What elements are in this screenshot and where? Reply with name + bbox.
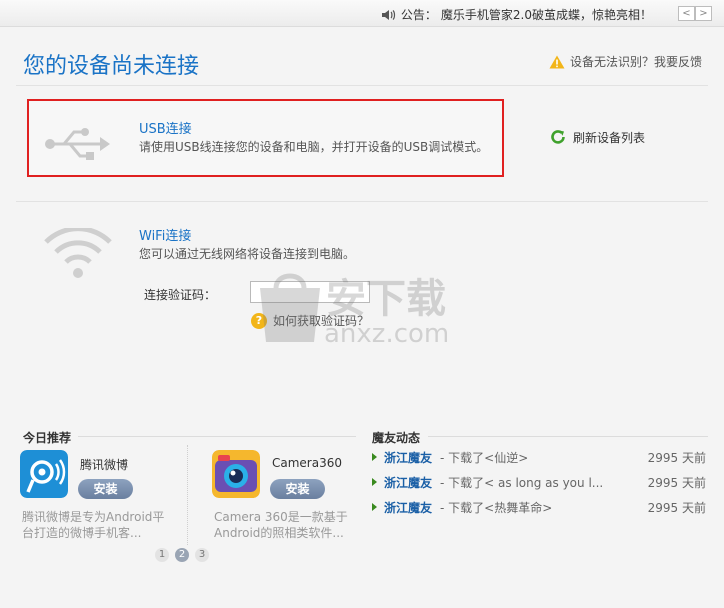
warning-icon: [549, 55, 565, 68]
feedback-link[interactable]: 设备无法识别？我要反馈: [549, 53, 702, 70]
refresh-icon: [551, 130, 565, 144]
divider: [16, 201, 708, 202]
feedback-label[interactable]: 设备无法识别？我要反馈: [570, 53, 702, 70]
activity-time: 2995 天前: [647, 475, 706, 490]
announcement-prefix: 公告：: [400, 8, 437, 22]
announcement[interactable]: 公告： 魔乐手机管家2.0破茧成蝶，惊艳亮相！: [381, 6, 652, 23]
app-name[interactable]: 腾讯微博: [80, 456, 128, 473]
divider: [428, 436, 708, 437]
app-description: Camera 360是一款基于Android的照相类软件...: [214, 510, 348, 540]
tencent-weibo-icon[interactable]: [20, 450, 68, 498]
divider: [16, 85, 708, 86]
wifi-icon: [44, 228, 112, 278]
pagination: 1 2 3: [155, 548, 209, 562]
prev-announcement-button[interactable]: <: [678, 6, 695, 21]
wifi-title[interactable]: WiFi连接: [139, 225, 191, 244]
watermark-logo: 安下载 anxz.com: [260, 273, 449, 348]
bullet-icon: [372, 453, 377, 461]
page-title: 您的设备尚未连接: [23, 54, 200, 79]
activity-time: 2995 天前: [647, 450, 706, 465]
activity-user[interactable]: 浙江魔友: [384, 499, 432, 516]
activity-item: 浙江魔友 - 下载了<热舞革命> 2995 天前: [372, 498, 706, 516]
notice-bar: 公告： 魔乐手机管家2.0破茧成蝶，惊艳亮相！ < >: [0, 0, 724, 27]
watermark-sub: anxz.com: [324, 319, 449, 348]
bullet-icon: [372, 503, 377, 511]
install-button[interactable]: 安装: [270, 479, 325, 499]
activity-time: 2995 天前: [647, 500, 706, 515]
divider: [187, 445, 188, 545]
refresh-label[interactable]: 刷新设备列表: [573, 129, 645, 146]
page-button[interactable]: 1: [155, 548, 169, 562]
bullet-icon: [372, 478, 377, 486]
usb-icon: [45, 128, 110, 160]
activity-user[interactable]: 浙江魔友: [384, 474, 432, 491]
activity-item: 浙江魔友 - 下载了< as long as you l... 2995 天前: [372, 473, 706, 491]
activity-action[interactable]: - 下载了< as long as you l...: [440, 474, 642, 491]
activity-action[interactable]: - 下载了<热舞革命>: [440, 499, 642, 516]
friends-activity-title: 魔友动态: [372, 431, 421, 445]
recommend-title: 今日推荐: [23, 431, 72, 445]
usb-description: 请使用USB线连接您的设备和电脑，并打开设备的USB调试模式。: [139, 140, 489, 154]
activity-action[interactable]: - 下载了<仙逆>: [440, 449, 642, 466]
usb-title[interactable]: USB连接: [139, 118, 192, 137]
announcement-text[interactable]: 魔乐手机管家2.0破茧成蝶，惊艳亮相！: [441, 6, 652, 23]
page-button-active[interactable]: 2: [175, 548, 189, 562]
divider: [78, 436, 356, 437]
refresh-devices-button[interactable]: 刷新设备列表: [549, 128, 645, 146]
announcement-nav: < >: [678, 6, 712, 21]
activity-user[interactable]: 浙江魔友: [384, 449, 432, 466]
verification-code-label: 连接验证码：: [144, 288, 217, 302]
next-announcement-button[interactable]: >: [695, 6, 712, 21]
speaker-icon: [381, 9, 395, 20]
camera360-icon[interactable]: [212, 450, 260, 498]
activity-item: 浙江魔友 - 下载了<仙逆> 2995 天前: [372, 448, 706, 466]
app-name[interactable]: Camera360: [272, 456, 342, 470]
app-description: 腾讯微博是专为Android平台打造的微博手机客...: [22, 510, 165, 540]
page-button[interactable]: 3: [195, 548, 209, 562]
watermark-text: 安下载: [326, 276, 446, 322]
install-button[interactable]: 安装: [78, 479, 133, 499]
